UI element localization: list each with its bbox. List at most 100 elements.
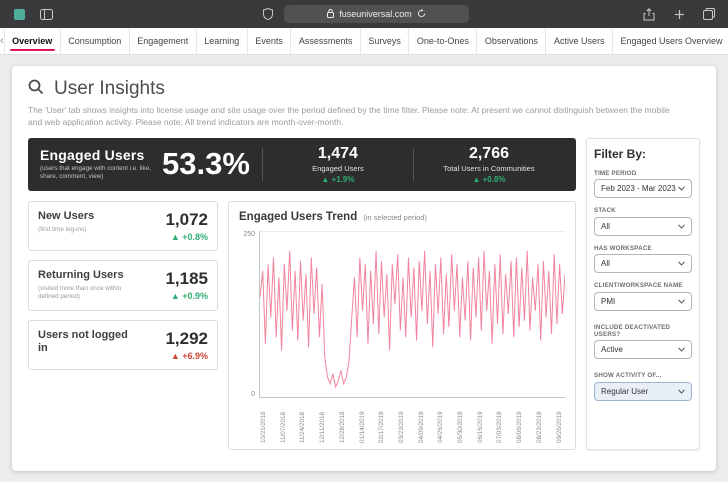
- x-axis-label: 10/21/2018: [260, 411, 267, 443]
- filter-label: INCLUDE DEACTIVATED USERS?: [594, 323, 671, 338]
- select-value: All: [601, 221, 610, 231]
- stat-delta: ▲ +0.8%: [472, 174, 506, 184]
- banner-subtitle: (users that engage with content i.e. lik…: [40, 164, 151, 181]
- reload-icon[interactable]: [417, 8, 426, 20]
- card-title: Users not logged in: [38, 328, 128, 355]
- chevron-down-icon: [678, 387, 685, 396]
- tab-one-to-ones[interactable]: One-to-Ones: [409, 28, 478, 54]
- sidebar-icon[interactable]: [37, 5, 55, 23]
- include-deactivated-users-select[interactable]: Active: [594, 340, 692, 360]
- card-subtitle: (first time log-ins): [38, 225, 87, 233]
- filter-group-include-deactivated: INCLUDE DEACTIVATED USERS? Active: [594, 324, 692, 360]
- x-axis-label: 01/14/2019: [358, 411, 366, 443]
- window-icon[interactable]: [10, 5, 28, 23]
- y-axis: 250 0: [239, 231, 259, 398]
- x-axis-label: 06/16/2019: [476, 411, 484, 443]
- stack-select[interactable]: All: [594, 216, 692, 236]
- card-delta: ▲ +6.9%: [170, 350, 208, 361]
- tab-events[interactable]: Events: [248, 28, 292, 54]
- chevron-down-icon: [678, 184, 685, 193]
- address-bar[interactable]: fuseuniversal.com: [284, 5, 469, 23]
- page-title: User Insights: [54, 78, 165, 99]
- engaged-users-trend-chart: Engaged Users Trend (in selected period)…: [228, 200, 576, 450]
- tabs-overview-icon[interactable]: [700, 5, 718, 23]
- stat-label: Engaged Users: [312, 163, 364, 173]
- users-not-logged-in-card: Users not logged in 1,292 ▲ +6.9%: [28, 319, 218, 370]
- page-description: The 'User' tab shows insights into licen…: [28, 105, 670, 127]
- new-tab-icon[interactable]: [670, 5, 688, 23]
- x-axis-label: 04/09/2019: [417, 411, 425, 443]
- tab-engaged-users-overview[interactable]: Engaged Users Overview: [613, 28, 728, 54]
- tab-consumption[interactable]: Consumption: [61, 28, 130, 54]
- tab-engagement[interactable]: Engagement: [130, 28, 197, 54]
- stat-label: Total Users in Communities: [443, 163, 535, 173]
- select-value: Regular User: [601, 386, 649, 396]
- content-panel: User Insights The 'User' tab shows insig…: [12, 66, 716, 471]
- filter-label: HAS WORKSPACE: [594, 244, 652, 252]
- filter-group-has-workspace: HAS WORKSPACE All: [594, 245, 692, 274]
- tab-active-users[interactable]: Active Users: [546, 28, 613, 54]
- filter-label: CLIENT/WORKSPACE NAME: [594, 282, 683, 290]
- x-axis-label: 04/26/2019: [437, 411, 445, 443]
- search-icon: [28, 79, 44, 100]
- tab-label: Learning: [204, 36, 240, 46]
- dashboard-tab-bar: ‹ Overview Consumption Engagement Learni…: [0, 28, 728, 55]
- privacy-shield-icon[interactable]: [259, 5, 277, 23]
- card-value: 1,072: [165, 209, 208, 229]
- chevron-down-icon: [678, 297, 685, 306]
- chart-subtitle: (in selected period): [363, 212, 428, 222]
- stat-value: 2,766: [468, 144, 509, 162]
- filter-panel: Filter By: TIME PERIOD Feb 2023 - Mar 20…: [586, 137, 700, 450]
- chevron-down-icon: [678, 222, 685, 231]
- tab-overview[interactable]: Overview: [3, 28, 61, 54]
- filter-group-client-workspace-name: CLIENT/WORKSPACE NAME PMI: [594, 282, 692, 311]
- chart-title: Engaged Users Trend: [239, 210, 358, 223]
- engaged-percent-value: 53.3%: [162, 146, 250, 182]
- returning-users-card: Returning Users (visited more than once …: [28, 259, 218, 311]
- has-workspace-select[interactable]: All: [594, 254, 692, 274]
- x-axis-label: 08/06/2019: [516, 411, 524, 443]
- filter-label: SHOW ACTIVITY OF...: [594, 372, 662, 380]
- select-value: All: [601, 259, 610, 269]
- client-workspace-name-select[interactable]: PMI: [594, 291, 692, 311]
- x-axis-label: 11/24/2018: [299, 411, 307, 443]
- show-activity-of-select[interactable]: Regular User: [594, 381, 692, 401]
- filter-panel-title: Filter By:: [594, 146, 647, 161]
- y-tick: 250: [243, 230, 255, 238]
- plot-area: [259, 230, 565, 398]
- browser-top-bar: fuseuniversal.com: [0, 0, 728, 28]
- share-icon[interactable]: [640, 5, 658, 23]
- tab-label: Consumption: [68, 36, 122, 46]
- chevron-down-icon: [678, 345, 685, 354]
- tab-learning[interactable]: Learning: [197, 28, 248, 54]
- tab-observations[interactable]: Observations: [477, 28, 547, 54]
- filter-group-show-activity-of: SHOW ACTIVITY OF... Regular User: [594, 372, 692, 401]
- x-axis-label: 07/03/2019: [496, 411, 504, 443]
- card-title: New Users: [38, 209, 95, 222]
- x-axis-label: 05/30/2019: [457, 411, 465, 443]
- filter-label: STACK: [594, 207, 616, 215]
- tab-assessments[interactable]: Assessments: [291, 28, 361, 54]
- trend-polyline: [260, 251, 565, 387]
- stat-cards-column: New Users (first time log-ins) 1,072 ▲ +…: [28, 200, 218, 450]
- x-axis-label: 12/11/2018: [319, 411, 327, 443]
- page-background: User Insights The 'User' tab shows insig…: [0, 55, 728, 482]
- time-period-select[interactable]: Feb 2023 - Mar 2023: [594, 179, 692, 199]
- trend-line-svg: [260, 231, 565, 397]
- stat-delta: ▲ +1.9%: [321, 174, 355, 184]
- filter-group-time-period: TIME PERIOD Feb 2023 - Mar 2023: [594, 170, 692, 199]
- x-axis-label: 12/28/2018: [338, 411, 346, 443]
- tab-surveys[interactable]: Surveys: [361, 28, 410, 54]
- x-axis-labels: 10/21/2018 11/07/2018 11/24/2018 12/11/2018…: [259, 401, 565, 443]
- tab-label: Engaged Users Overview: [620, 36, 723, 46]
- card-delta: ▲ +0.9%: [170, 290, 208, 301]
- x-axis-label: 03/23/2019: [397, 411, 405, 443]
- tab-label: Surveys: [368, 36, 401, 46]
- card-value: 1,292: [165, 328, 208, 348]
- tab-label: Active Users: [553, 36, 605, 46]
- lock-icon: [327, 8, 335, 20]
- page-header: User Insights: [28, 78, 700, 100]
- x-axis-label: 09/26/2019: [555, 411, 563, 443]
- y-tick: 0: [251, 390, 255, 398]
- engaged-users-banner: Engaged Users (users that engage with co…: [28, 137, 576, 191]
